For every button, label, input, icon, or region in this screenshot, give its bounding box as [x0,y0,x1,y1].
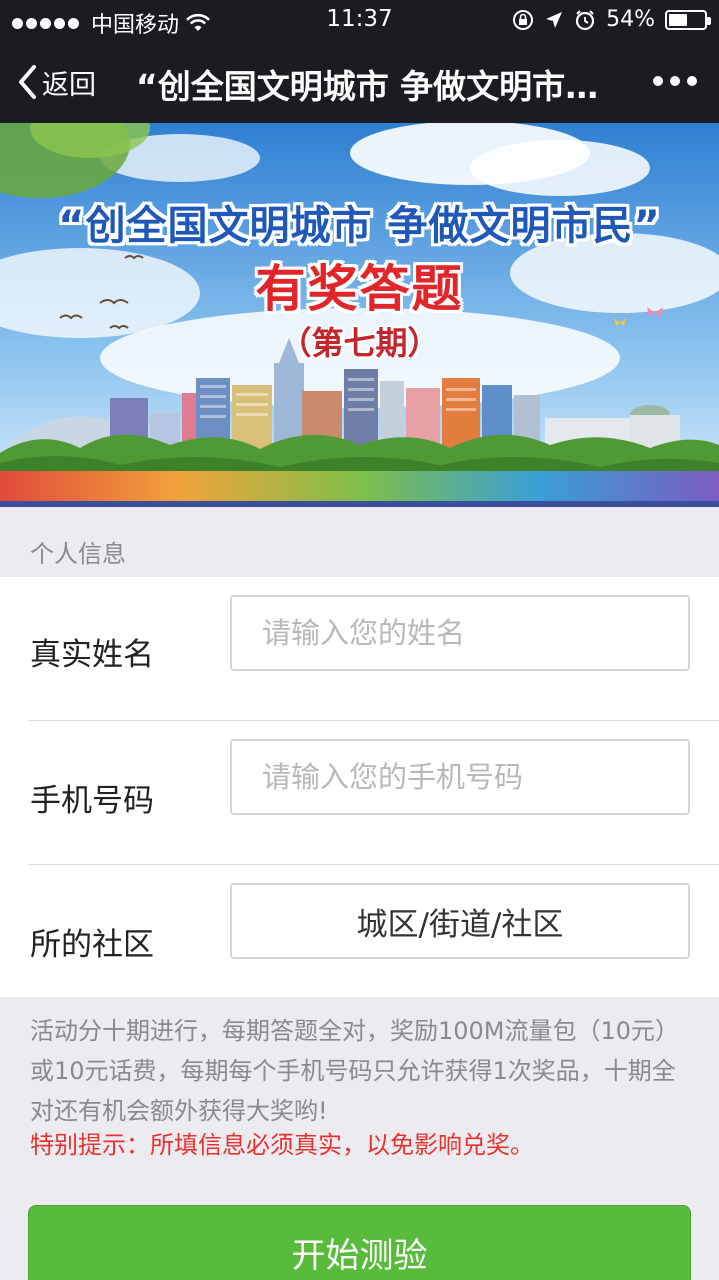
warning-text: 特别提示：所填信息必须真实，以免影响兑奖。 [30,1131,534,1159]
phone-label: 手机号码 [30,783,154,819]
form-row-community: 所的社区 城区/街道/社区 [0,865,719,1009]
back-label: 返回 [42,69,96,101]
personal-info-form: 真实姓名 手机号码 所的社区 城区/街道/社区 [0,577,719,997]
community-label: 所的社区 [30,927,154,963]
community-value: 城区/街道/社区 [356,906,564,943]
banner-issue: （第七期） [279,324,440,362]
battery-percent: 54% [606,7,655,32]
location-arrow-icon [546,11,563,28]
page-title: “创全国文明城市 争做文明市民”有奖答题 [136,67,606,106]
section-title: 个人信息 [30,540,126,568]
more-dots-icon [653,76,663,86]
activity-description: 活动分十期进行，每期答题全对，奖励100M流量包（10元）或10元话费，每期每个… [30,1017,680,1125]
status-bar: 中国移动 11:37 54% [0,0,719,40]
nav-bar: 返回 “创全国文明城市 争做文明市民”有奖答题 [0,40,719,123]
phone-input[interactable] [230,739,690,815]
promo-banner: “创全国文明城市 争做文明市民” 有奖答题 （第七期） [0,123,719,507]
banner-headline: “创全国文明城市 争做文明市民” [58,203,661,249]
section-header: 个人信息 [0,507,719,577]
start-quiz-label: 开始测验 [291,1236,428,1276]
form-row-phone: 手机号码 [0,721,719,865]
start-quiz-button[interactable]: 开始测验 [28,1205,691,1280]
banner-subtitle: 有奖答题 [255,260,464,318]
status-right: 54% [512,7,711,32]
community-picker[interactable]: 城区/街道/社区 [230,883,690,959]
form-row-name: 真实姓名 [0,577,719,721]
battery-icon [665,9,711,30]
alarm-icon [575,9,595,30]
more-menu-button[interactable] [653,76,697,86]
back-button[interactable]: 返回 [16,60,96,104]
name-input[interactable] [230,595,690,671]
name-label: 真实姓名 [30,637,154,673]
chevron-left-icon [19,65,36,99]
rotation-lock-icon [513,9,534,30]
